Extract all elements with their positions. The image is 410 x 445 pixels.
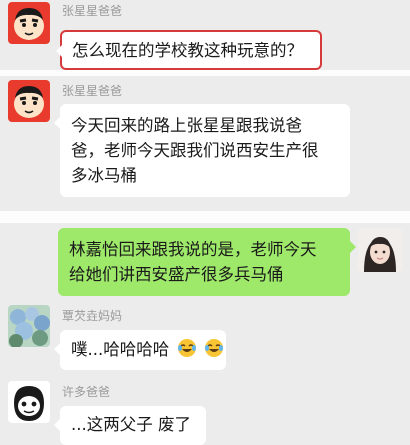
laughing-tears-emoji xyxy=(204,339,223,357)
message-bubble[interactable]: 噗...哈哈哈哈 xyxy=(54,330,226,370)
avatar-crayon-shin-chan[interactable] xyxy=(8,2,50,44)
avatar-girl-photo[interactable] xyxy=(358,228,402,272)
message-text-line: 多冰马桶 xyxy=(71,166,137,185)
message-text: 噗...哈哈哈哈 xyxy=(71,340,170,359)
message-bubble[interactable]: ...这两父子 废了 xyxy=(54,406,206,445)
message-text: ...这两父子 废了 xyxy=(71,415,191,434)
message-text-line: 爸，老师今天跟我们说西安生产很 xyxy=(71,141,319,160)
laughing-tears-emoji xyxy=(177,339,196,357)
sender-name: 覃芡垚妈妈 xyxy=(62,309,123,323)
sender-name: 张星星爸爸 xyxy=(62,84,123,98)
sender-name: 张星星爸爸 xyxy=(62,4,123,18)
message-text-line: 林嘉怡回来跟我说的是，老师今天 xyxy=(69,240,317,259)
message-bubble[interactable]: 今天回来的路上张星星跟我说爸 爸，老师今天跟我们说西安生产很 多冰马桶 xyxy=(54,104,350,197)
message-text-line: 今天回来的路上张星星跟我说爸 xyxy=(71,116,302,135)
sender-name: 许多爸爸 xyxy=(62,385,111,399)
message-text-line: 给她们讲西安盛产很多兵马俑 xyxy=(69,265,284,284)
screenshot-divider xyxy=(0,211,410,223)
message-content: 噗...哈哈哈哈 xyxy=(71,337,223,362)
message-bubble[interactable]: 怎么现在的学校教这种玩意的？ xyxy=(56,30,322,70)
self-message-bubble[interactable]: 林嘉怡回来跟我说的是，老师今天 给她们讲西安盛产很多兵马俑 xyxy=(58,228,356,296)
message-text: 怎么现在的学校教这种玩意的？ xyxy=(72,41,303,60)
avatar-crayon-shin-chan[interactable] xyxy=(8,80,50,122)
avatar-hydrangea-photo[interactable] xyxy=(8,305,50,347)
avatar-cartoon-face[interactable] xyxy=(8,381,50,423)
